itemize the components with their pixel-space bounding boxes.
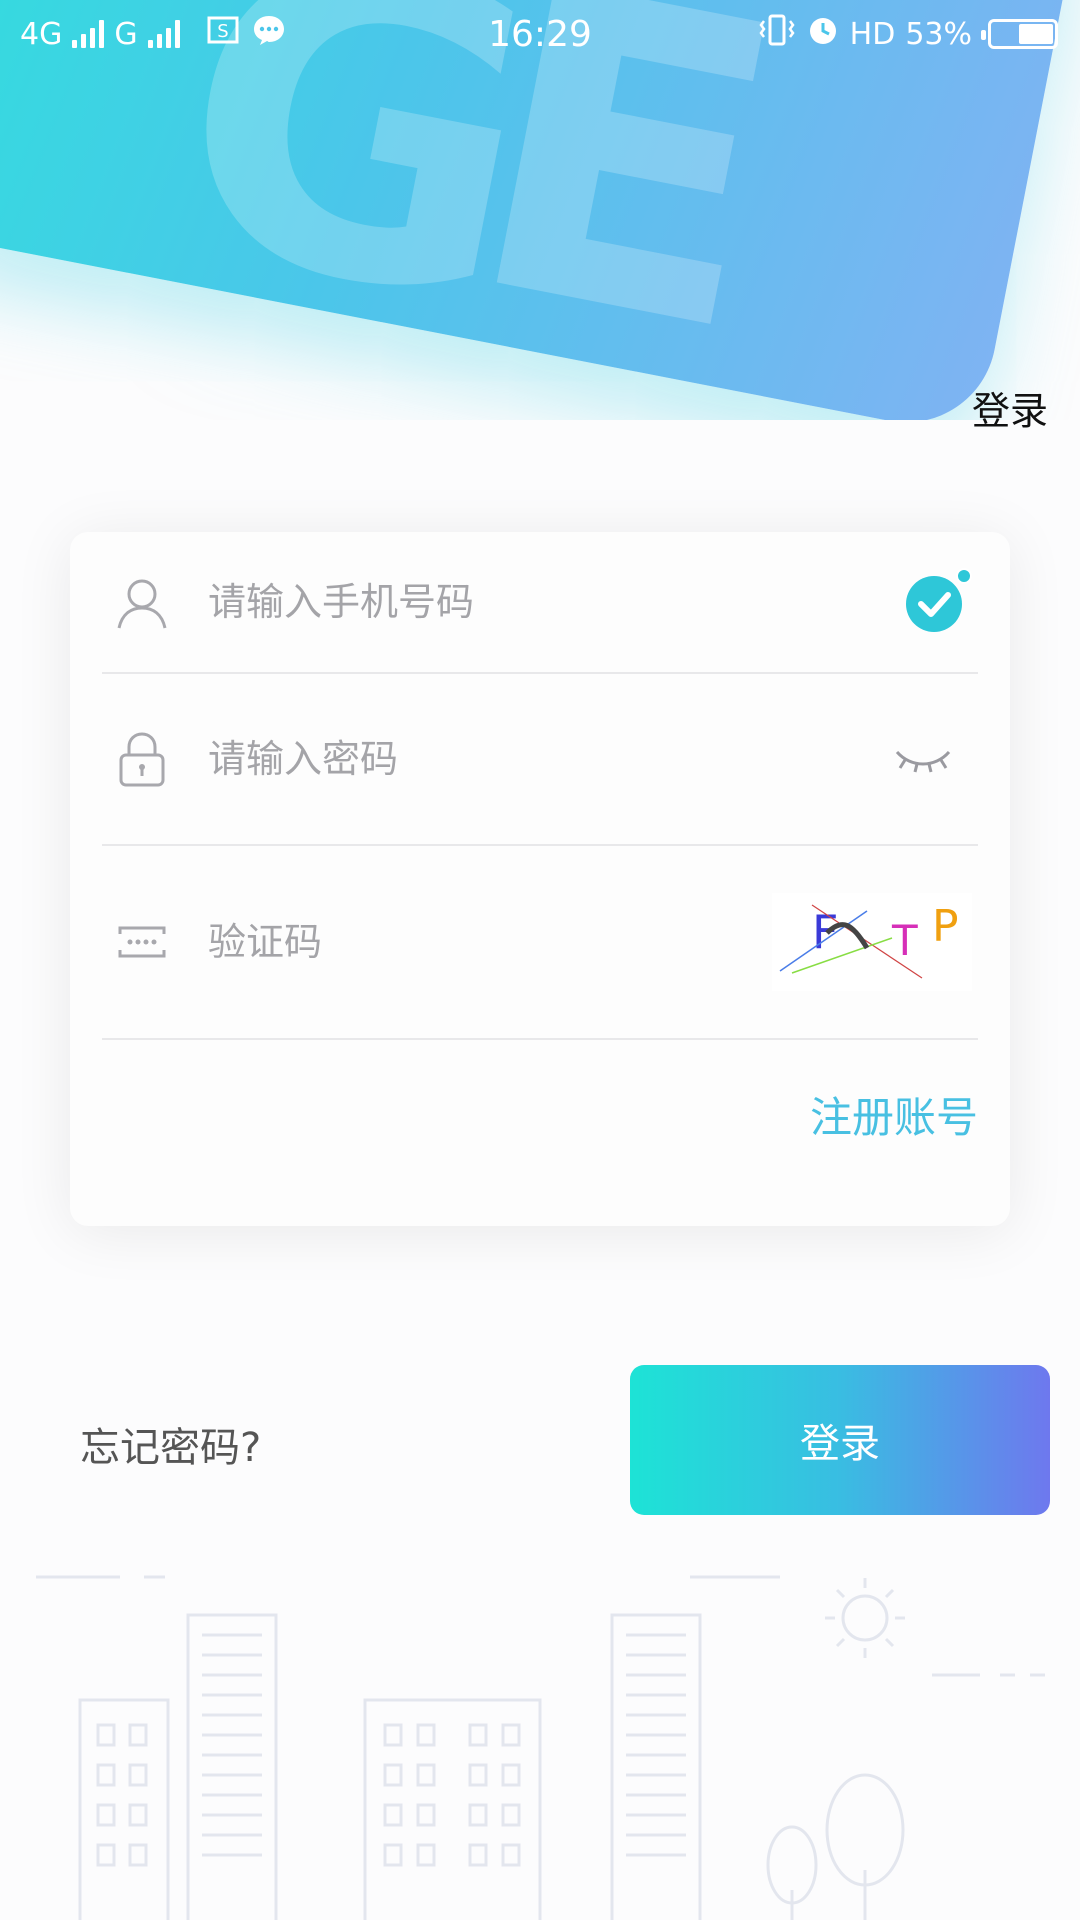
message-icon	[252, 14, 286, 54]
page-title: 登录	[971, 389, 1048, 433]
captcha-image[interactable]: F T P	[772, 893, 972, 991]
hd-label: HD	[849, 16, 896, 52]
signal-icon	[72, 20, 105, 48]
phone-input[interactable]	[208, 580, 898, 624]
screenshot-icon: S	[206, 13, 242, 55]
status-right: HD 53%	[758, 13, 1058, 55]
city-illustration	[36, 1575, 1045, 1920]
signal-icon	[147, 20, 180, 48]
captcha-icon	[114, 914, 170, 970]
login-form-card: F T P 注册账号	[70, 532, 1010, 1226]
battery-icon	[981, 19, 1058, 49]
password-field-row	[102, 674, 978, 846]
captcha-input[interactable]	[208, 920, 772, 964]
forgot-password-link[interactable]: 忘记密码?	[80, 1415, 261, 1473]
vibrate-icon	[758, 13, 796, 55]
password-input[interactable]	[208, 737, 888, 781]
svg-text:S: S	[217, 21, 228, 42]
captcha-char: P	[932, 901, 959, 952]
alarm-icon	[806, 13, 840, 55]
status-left: 4G G S	[20, 13, 286, 55]
captcha-field-row: F T P	[102, 846, 978, 1040]
lock-icon	[114, 731, 170, 787]
register-link[interactable]: 注册账号	[810, 1084, 978, 1145]
check-icon[interactable]	[898, 562, 978, 642]
battery-percent: 53%	[905, 16, 972, 52]
login-button[interactable]: 登录	[630, 1365, 1050, 1515]
network-type-1: 4G	[20, 16, 63, 52]
user-icon	[114, 574, 170, 630]
status-bar: 4G G S 16:29 HD 53%	[0, 0, 1080, 68]
captcha-char: T	[891, 916, 918, 965]
network-type-2: G	[114, 16, 138, 52]
eye-closed-icon[interactable]	[888, 734, 958, 784]
phone-field-row	[102, 532, 978, 674]
